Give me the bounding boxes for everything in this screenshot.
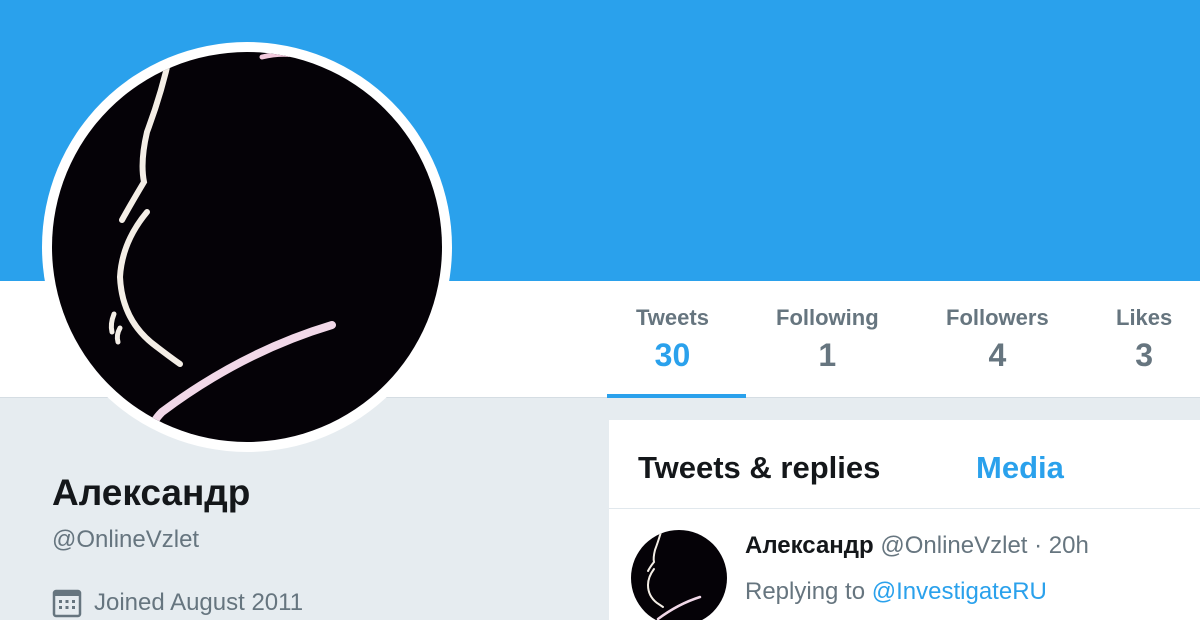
replying-to-mention-link[interactable]: @InvestigateRU (872, 578, 1047, 605)
stat-following[interactable]: Following 1 (776, 305, 879, 374)
tweet-avatar[interactable] (631, 530, 727, 620)
active-stat-underline (607, 394, 746, 398)
replying-to-label: Replying to (745, 578, 866, 605)
tweet-timestamp[interactable]: 20h (1049, 532, 1089, 559)
tweet-author-handle[interactable]: @OnlineVzlet (880, 532, 1027, 559)
silhouette-avatar-icon (646, 531, 702, 620)
stat-likes-label: Likes (1116, 305, 1173, 330)
stat-followers[interactable]: Followers 4 (946, 305, 1049, 374)
timeline-tabs: Tweets & replies Media (609, 420, 1200, 509)
tweet-replying-to: Replying to @InvestigateRU (745, 578, 1047, 606)
timeline-panel: Tweets & replies Media Александр @Online… (609, 420, 1200, 620)
profile-avatar[interactable] (52, 52, 442, 442)
tab-media[interactable]: Media (976, 450, 1064, 486)
calendar-icon (52, 589, 82, 618)
stat-likes[interactable]: Likes 3 (1116, 305, 1172, 374)
stat-followers-label: Followers (946, 305, 1049, 330)
tweet-item[interactable]: Александр @OnlineVzlet · 20h Replying to… (609, 510, 1200, 620)
stat-likes-count: 3 (1135, 337, 1154, 373)
profile-joined-date: Joined August 2011 (52, 588, 303, 618)
tweet-author-name[interactable]: Александр (745, 532, 874, 559)
stat-tweets-count: 30 (654, 337, 691, 373)
profile-handle: @OnlineVzlet (52, 526, 200, 553)
stat-following-count: 1 (818, 337, 837, 373)
tab-tweets-and-replies[interactable]: Tweets & replies (638, 450, 880, 486)
tweet-meta-separator: · (1034, 532, 1043, 559)
stat-tweets-label: Tweets (636, 305, 709, 330)
stat-followers-count: 4 (988, 337, 1007, 373)
stat-tweets[interactable]: Tweets 30 (636, 305, 709, 374)
tweet-header: Александр @OnlineVzlet · 20h (745, 532, 1089, 560)
stat-following-label: Following (776, 305, 879, 330)
profile-name: Александр (52, 472, 251, 513)
joined-text: Joined August 2011 (94, 589, 304, 616)
silhouette-avatar-icon (108, 52, 336, 434)
